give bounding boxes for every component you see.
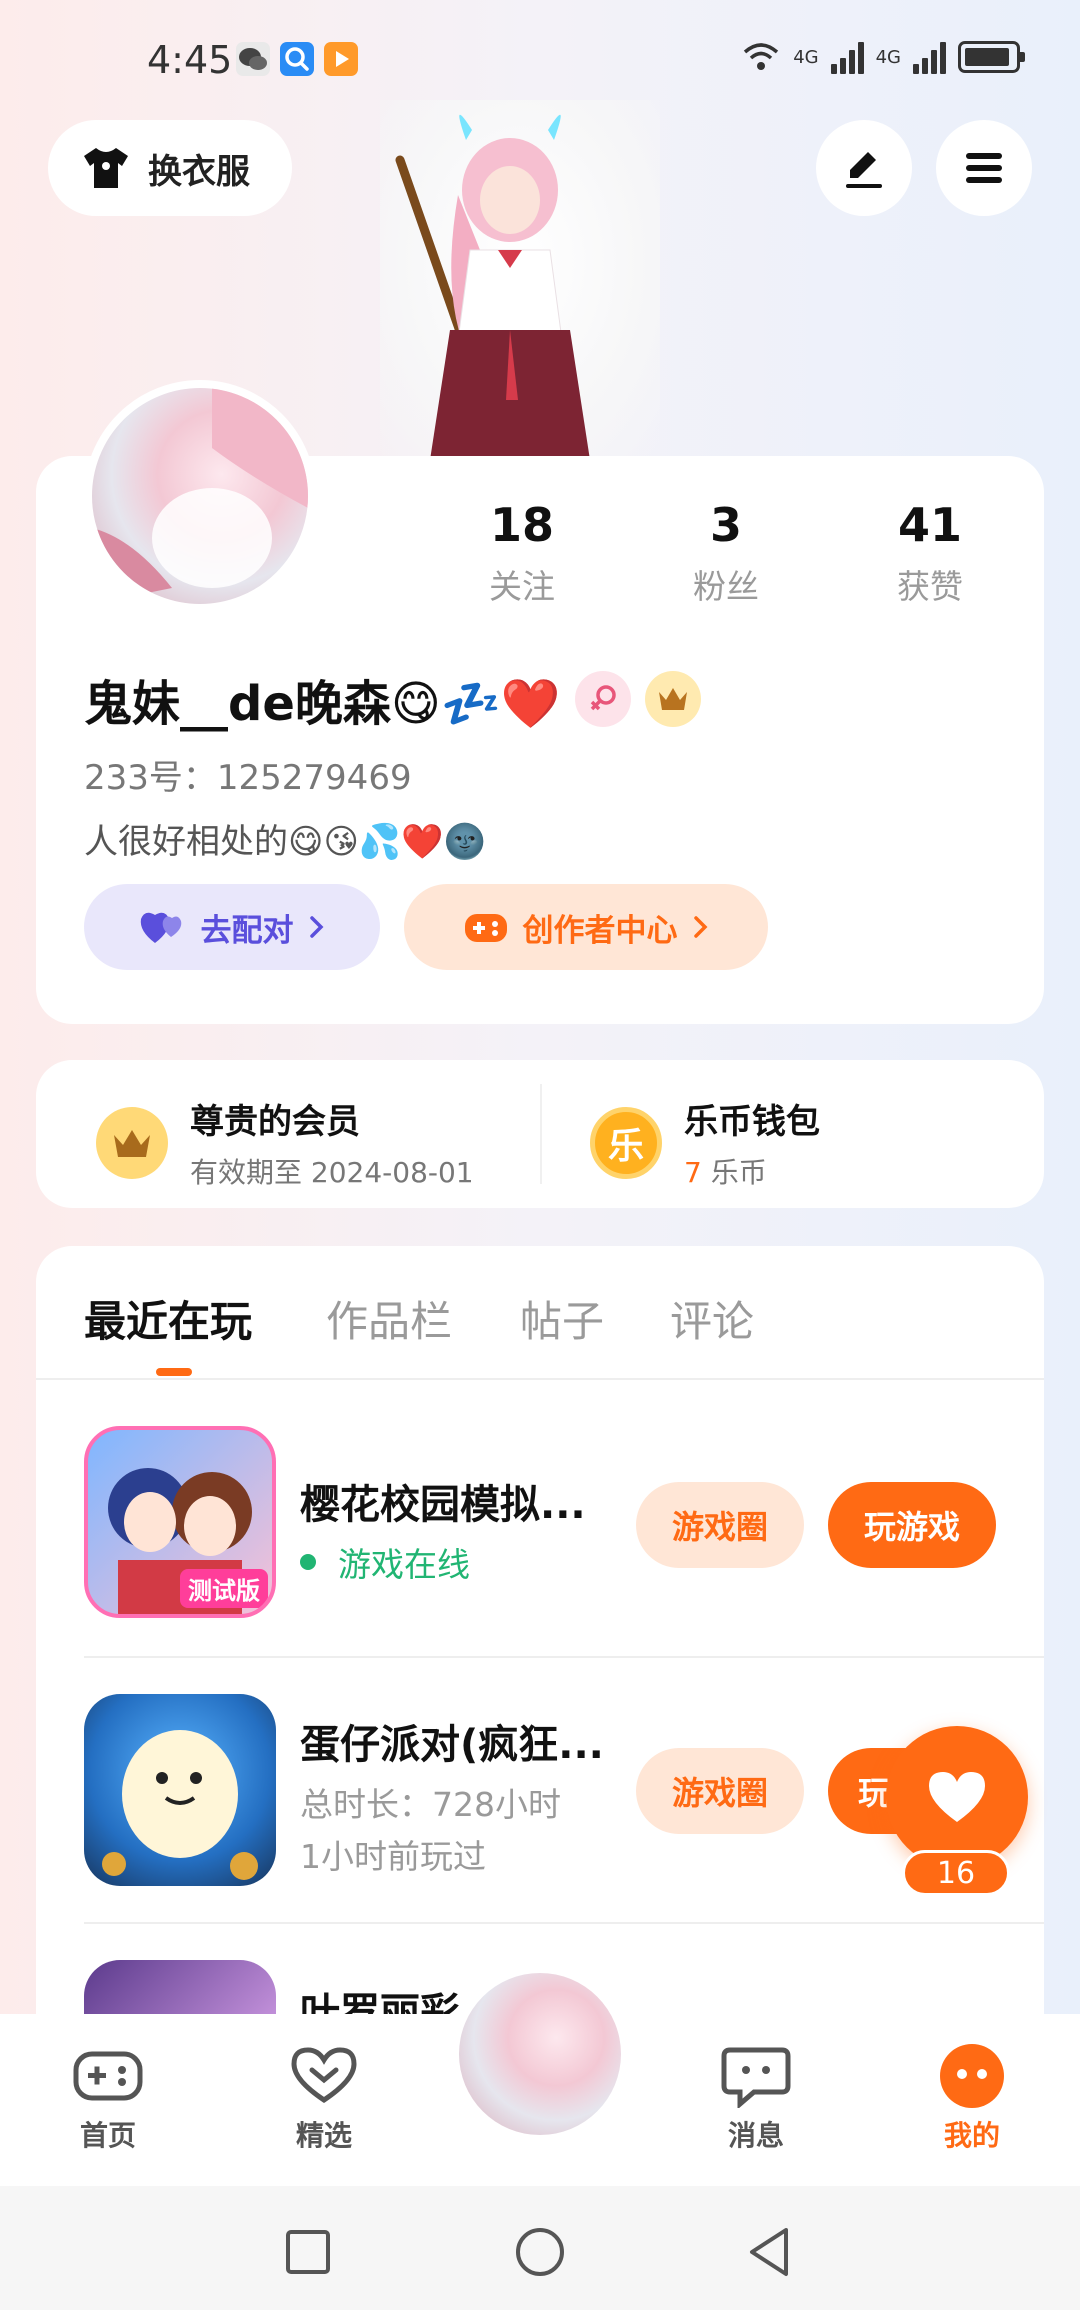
- nav-messages-label: 消息: [727, 2119, 784, 2152]
- home-icon[interactable]: [514, 2226, 566, 2278]
- game-title: 蛋仔派对(疯狂...: [300, 1722, 604, 1768]
- following-stat[interactable]: 18 关注: [442, 498, 602, 608]
- gamepad-icon: [73, 2051, 143, 2101]
- tab-comments[interactable]: 评论: [670, 1288, 754, 1349]
- likes-count: 41: [897, 498, 962, 552]
- change-outfit-label: 换衣服: [148, 151, 250, 192]
- card-divider: [540, 1084, 542, 1184]
- nav-avatar-button[interactable]: [452, 1966, 628, 2142]
- heart-icon: [929, 1772, 985, 1822]
- creator-center-button[interactable]: 创作者中心: [404, 884, 768, 970]
- row-divider: [84, 1922, 1044, 1924]
- followers-label: 粉丝: [693, 567, 759, 606]
- nav-featured[interactable]: 精选: [244, 2044, 404, 2154]
- nav-featured-label: 精选: [295, 2119, 352, 2152]
- chevron-right-icon: [309, 916, 323, 938]
- game-icon-yeluoli: [84, 1960, 276, 2014]
- wallet-title: 乐币钱包: [684, 1102, 820, 1142]
- tab-works[interactable]: 作品栏: [326, 1288, 452, 1349]
- nav-me-label: 我的: [943, 2119, 1000, 2152]
- row-divider: [84, 1656, 1044, 1658]
- following-count: 18: [489, 498, 554, 552]
- menu-icon: [966, 153, 1002, 183]
- me-face-icon: [940, 2044, 1004, 2108]
- active-tab-indicator: [156, 1368, 192, 1376]
- match-button[interactable]: 去配对: [84, 884, 380, 970]
- chevron-right-icon: [693, 916, 707, 938]
- test-version-badge: 测试版: [180, 1569, 268, 1608]
- membership-expiry: 有效期至 2024-08-01: [190, 1156, 474, 1189]
- avatar-3d-figure[interactable]: [380, 100, 660, 460]
- tab-posts[interactable]: 帖子: [520, 1288, 604, 1349]
- vip-crown-icon[interactable]: [644, 671, 701, 727]
- wifi-icon: [744, 43, 779, 70]
- signal-bars-1-icon: [830, 40, 864, 74]
- nav-me[interactable]: 我的: [892, 2044, 1052, 2154]
- likes-stat[interactable]: 41 获赞: [850, 498, 1010, 608]
- crown-icon: [96, 1106, 168, 1179]
- game-title: 叶罗丽彩: [300, 1990, 460, 2014]
- video-app-icon: [324, 42, 358, 76]
- status-time: 4:45: [147, 38, 233, 82]
- likes-label: 获赞: [897, 567, 963, 606]
- game-circle-button[interactable]: 游戏圈: [636, 1482, 804, 1568]
- username-row: 鬼妹__de晚森😋💤❤️: [84, 664, 701, 734]
- followers-stat[interactable]: 3 粉丝: [646, 498, 806, 608]
- search-app-icon: [280, 42, 314, 76]
- system-nav-bar: [0, 2186, 1080, 2310]
- game-total-playtime: 总时长：728小时: [300, 1785, 561, 1824]
- following-label: 关注: [489, 567, 555, 606]
- wallet-amount: 7: [684, 1156, 702, 1189]
- wallet-unit: 乐币: [710, 1156, 767, 1189]
- nav-home[interactable]: 首页: [28, 2044, 188, 2154]
- like-count: 16: [902, 1850, 1010, 1896]
- back-icon[interactable]: [746, 2226, 794, 2278]
- user-bio: 人很好相处的😋😘💦❤️🌚: [84, 822, 486, 862]
- pen-icon: [846, 152, 882, 188]
- profile-avatar[interactable]: [84, 380, 316, 612]
- tabs-divider: [36, 1378, 1044, 1380]
- online-dot-icon: [300, 1554, 316, 1570]
- female-gender-icon: [574, 671, 631, 727]
- followers-count: 3: [709, 498, 742, 552]
- like-button[interactable]: [886, 1726, 1028, 1868]
- tab-recently-played[interactable]: 最近在玩: [84, 1288, 252, 1349]
- heart-outline-icon: [291, 2047, 357, 2104]
- change-outfit-button[interactable]: 换衣服: [48, 120, 292, 216]
- system-status-icons: 4G 4G: [741, 40, 1025, 74]
- game-icon-eggy-party: [84, 1694, 276, 1886]
- nav-messages[interactable]: 消息: [676, 2044, 836, 2154]
- menu-button[interactable]: [936, 120, 1032, 216]
- game-icon-sakura: 测试版: [84, 1426, 276, 1618]
- network-type-1: 4G: [793, 46, 819, 68]
- network-type-2: 4G: [875, 46, 901, 68]
- username: 鬼妹__de晚森😋💤❤️: [84, 676, 561, 732]
- game-online-status: 游戏在线: [300, 1538, 470, 1586]
- gamepad-icon: [464, 914, 507, 942]
- play-game-button[interactable]: 玩游戏: [828, 1482, 996, 1568]
- user-id: 233号：125279469: [84, 758, 412, 798]
- membership-title: 尊贵的会员: [190, 1102, 360, 1142]
- edit-profile-button[interactable]: [816, 120, 912, 216]
- online-status-label: 游戏在线: [338, 1545, 470, 1584]
- chat-bubble-icon: [721, 2047, 791, 2108]
- battery-icon: [958, 41, 1025, 73]
- recent-apps-icon[interactable]: [284, 2228, 332, 2276]
- signal-bars-2-icon: [913, 40, 946, 74]
- match-label: 去配对: [200, 912, 294, 949]
- game-title: 樱花校园模拟...: [300, 1482, 586, 1528]
- nav-home-label: 首页: [79, 2119, 136, 2152]
- le-coin-icon: 乐: [590, 1106, 662, 1179]
- hearts-icon: [140, 912, 181, 943]
- wallet-entry[interactable]: 乐 乐币钱包 7 乐币: [590, 1094, 820, 1191]
- game-last-played: 1小时前玩过: [300, 1837, 486, 1876]
- membership-entry[interactable]: 尊贵的会员 有效期至 2024-08-01: [96, 1094, 474, 1191]
- game-circle-button[interactable]: 游戏圈: [636, 1748, 804, 1834]
- wechat-icon: [236, 42, 270, 76]
- shirt-icon: [84, 148, 128, 188]
- nav-avatar-image: [459, 1973, 621, 2135]
- creator-center-label: 创作者中心: [522, 912, 678, 949]
